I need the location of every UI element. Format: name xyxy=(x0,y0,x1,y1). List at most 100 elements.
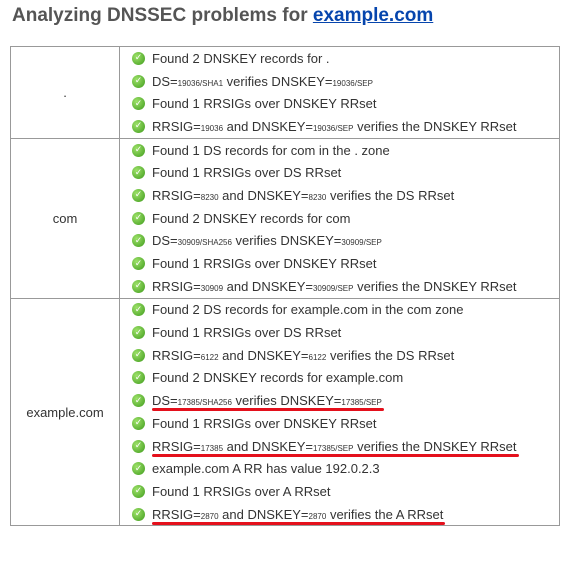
check-text: Found 2 DNSKEY records for com xyxy=(152,211,350,226)
check-item: ✓ RRSIG=17385 and DNSKEY=17385/SEP verifi… xyxy=(120,435,559,458)
check-text-segment: DS= xyxy=(152,393,178,409)
check-circle-icon: ✓ xyxy=(132,507,145,521)
check-key-id: 30909 xyxy=(200,283,224,293)
check-text: DS=17385/SHA256 verifies DNSKEY=17385/SE… xyxy=(152,393,384,412)
dnssec-results-table: . ✓ Found 2 DNSKEY records for . ✓ DS=19036/… xyxy=(10,46,560,527)
check-text: RRSIG=30909 and DNSKEY=30909/SEP verifie… xyxy=(152,279,517,294)
check-text: RRSIG=2870 and DNSKEY=2870 verifies the … xyxy=(152,506,446,525)
check-text-segment: DS= xyxy=(152,73,178,89)
check-item: ✓ DS=17385/SHA256 verifies DNSKEY=17385/S… xyxy=(120,389,559,412)
check-text: example.com A RR has value 192.0.2.3 xyxy=(152,461,380,476)
check-circle-icon: ✓ xyxy=(132,303,145,317)
check-text-segment: and DNSKEY= xyxy=(218,506,309,522)
check-text-segment: verifies DNSKEY= xyxy=(231,393,342,409)
check-text: RRSIG=19036 and DNSKEY=19036/SEP verifie… xyxy=(152,119,517,134)
check-text-segment: DS= xyxy=(152,233,178,249)
check-key-id: 8230 xyxy=(200,192,219,202)
zone-checks: ✓ Found 2 DNSKEY records for . ✓ DS=19036/S… xyxy=(119,46,560,139)
check-item: ✓ Found 2 DNSKEY records for com xyxy=(120,207,559,230)
check-text-segment: RRSIG= xyxy=(152,438,201,454)
check-circle-icon: ✓ xyxy=(132,371,145,385)
check-text: RRSIG=17385 and DNSKEY=17385/SEP verifie… xyxy=(152,438,519,457)
check-text: Found 2 DS records for example.com in th… xyxy=(152,302,463,317)
zone-row: com ✓ Found 1 DS records for com in the . … xyxy=(10,137,560,299)
check-circle-icon: ✓ xyxy=(132,462,145,476)
check-text-segment: Found 2 DS records for example.com in th… xyxy=(152,302,464,318)
check-text-segment: RRSIG= xyxy=(152,347,201,363)
check-item: ✓ RRSIG=30909 and DNSKEY=30909/SEP verifi… xyxy=(120,275,559,298)
check-text: Found 1 RRSIGs over DS RRset xyxy=(152,165,341,180)
check-text-segment: Found 1 RRSIGs over DNSKEY RRset xyxy=(152,415,377,431)
check-text-segment: and DNSKEY= xyxy=(218,187,309,203)
check-key-id: 17385/SEP xyxy=(341,398,382,408)
check-text-segment: and DNSKEY= xyxy=(223,438,313,454)
check-item: ✓ Found 2 DNSKEY records for . xyxy=(120,47,559,70)
check-text: DS=30909/SHA256 verifies DNSKEY=30909/SE… xyxy=(152,233,382,248)
check-circle-icon: ✓ xyxy=(132,257,145,271)
check-text-segment: verifies the DNSKEY RRset xyxy=(353,278,517,294)
check-text-segment: RRSIG= xyxy=(152,278,201,294)
check-key-id: 30909/SEP xyxy=(341,238,382,248)
check-item: ✓ Found 1 DS records for com in the . zon… xyxy=(120,139,559,162)
check-item: ✓ Found 1 RRSIGs over DS RRset xyxy=(120,161,559,184)
check-item: ✓ RRSIG=2870 and DNSKEY=2870 verifies the… xyxy=(120,503,559,526)
check-key-id: 19036/SHA1 xyxy=(177,78,224,88)
check-item: ✓ RRSIG=8230 and DNSKEY=8230 verifies the… xyxy=(120,184,559,207)
check-text-segment: verifies the DNSKEY RRset xyxy=(353,118,517,134)
check-circle-icon: ✓ xyxy=(132,51,145,65)
check-item: ✓ Found 2 DS records for example.com in t… xyxy=(120,299,559,322)
check-text-segment: Found 1 RRSIGs over A RRset xyxy=(152,483,331,499)
check-key-id: 17385/SHA256 xyxy=(177,398,232,408)
check-circle-icon: ✓ xyxy=(132,326,145,340)
check-circle-icon: ✓ xyxy=(132,348,145,362)
check-key-id: 2870 xyxy=(200,511,219,521)
page-title-text: Analyzing DNSSEC problems for xyxy=(12,5,313,26)
check-item: ✓ RRSIG=19036 and DNSKEY=19036/SEP verifi… xyxy=(120,115,559,138)
check-circle-icon: ✓ xyxy=(132,119,145,133)
check-key-id: 19036 xyxy=(200,123,224,133)
check-circle-icon: ✓ xyxy=(132,416,145,430)
check-text-segment: Found 2 DNSKEY records for . xyxy=(152,50,330,66)
check-text: Found 1 DS records for com in the . zone xyxy=(152,143,390,158)
check-item: ✓ Found 1 RRSIGs over DS RRset xyxy=(120,321,559,344)
check-text-segment: and DNSKEY= xyxy=(223,118,313,134)
check-text-segment: Found 1 RRSIGs over DS RRset xyxy=(152,165,342,181)
check-text-segment: verifies DNSKEY= xyxy=(223,73,333,89)
check-item: ✓ Found 1 RRSIGs over DNSKEY RRset xyxy=(120,252,559,275)
check-key-id: 19036/SEP xyxy=(312,123,354,133)
check-text-segment: Found 2 DNSKEY records for example.com xyxy=(152,370,404,386)
check-text: Found 1 RRSIGs over DNSKEY RRset xyxy=(152,256,376,271)
domain-link[interactable]: example.com xyxy=(313,5,433,26)
zone-row: . ✓ Found 2 DNSKEY records for . ✓ DS=19036/… xyxy=(10,46,560,139)
check-key-id: 6122 xyxy=(200,352,219,362)
check-circle-icon: ✓ xyxy=(132,211,145,225)
highlight-underline xyxy=(152,521,446,525)
check-text-segment: verifies the A RRset xyxy=(326,506,444,522)
check-circle-icon: ✓ xyxy=(132,234,145,248)
check-text: DS=19036/SHA1 verifies DNSKEY=19036/SEP xyxy=(152,74,373,89)
check-item: ✓ Found 1 RRSIGs over DNSKEY RRset xyxy=(120,92,559,115)
check-key-id: 17385/SEP xyxy=(312,443,354,453)
check-text-segment: Found 1 RRSIGs over DNSKEY RRset xyxy=(152,96,377,112)
zone-name: example.com xyxy=(10,297,120,527)
highlight-underline xyxy=(152,408,384,412)
check-circle-icon: ✓ xyxy=(132,97,145,111)
zone-checks: ✓ Found 1 DS records for com in the . zon… xyxy=(119,137,560,299)
check-item: ✓ example.com A RR has value 192.0.2.3 xyxy=(120,457,559,480)
check-text-segment: verifies the DS RRset xyxy=(326,187,455,203)
check-text-segment: verifies DNSKEY= xyxy=(231,233,342,249)
check-circle-icon: ✓ xyxy=(132,143,145,157)
check-circle-icon: ✓ xyxy=(132,74,145,88)
check-text: Found 1 RRSIGs over DNSKEY RRset xyxy=(152,96,376,111)
check-text-segment: and DNSKEY= xyxy=(223,278,313,294)
check-key-id: 30909/SEP xyxy=(312,283,354,293)
check-item: ✓ DS=30909/SHA256 verifies DNSKEY=30909/S… xyxy=(120,230,559,253)
check-text-segment: Found 1 RRSIGs over DS RRset xyxy=(152,325,342,341)
check-text-segment: verifies the DNSKEY RRset xyxy=(353,438,517,454)
check-text-segment: RRSIG= xyxy=(152,187,201,203)
check-text-segment: RRSIG= xyxy=(152,118,201,134)
check-key-id: 19036/SEP xyxy=(332,78,373,88)
check-circle-icon: ✓ xyxy=(132,484,145,498)
check-circle-icon: ✓ xyxy=(132,279,145,293)
check-text-segment: Found 2 DNSKEY records for com xyxy=(152,210,351,226)
